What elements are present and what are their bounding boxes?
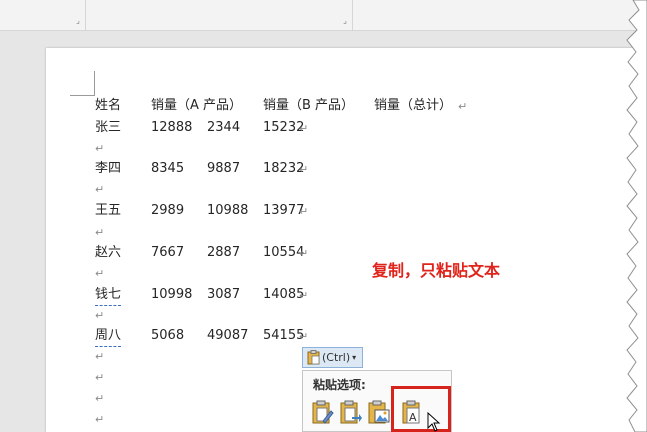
paragraph-mark: ↵ [458,100,468,113]
cell-sales-a: 8345 [151,161,185,176]
paragraph-mark: ↵ [95,350,105,363]
ribbon-separator [85,0,86,30]
table-row: 王五 2989 10988 13977 ↵ [0,201,600,221]
paragraph-mark: ↵ [95,142,105,155]
cell-name: 赵六 [95,245,122,260]
cell-sales-b: 49087 [207,328,249,343]
paste-menu-title: 粘贴选项: [313,378,366,392]
cell-sales-a: 10998 [151,287,193,302]
mouse-pointer-icon [427,412,441,432]
torn-edge [626,0,647,432]
paragraph-mark: ↵ [299,163,309,176]
cell-name: 李四 [95,161,122,176]
header-sales-b: 销量（B 产品） [263,98,355,113]
paste-button-label: (Ctrl) [322,351,351,364]
table-row: 周八 5068 49087 54155 ↵ [0,326,600,347]
cell-name: 钱七 [95,285,122,306]
paragraph-mark: ↵ [299,205,309,218]
cell-sales-a: 7667 [151,245,185,260]
paste-options-button[interactable]: (Ctrl) ▾ [302,347,363,368]
cell-sales-b: 2887 [207,245,241,260]
merge-formatting-icon[interactable] [337,399,363,425]
table-header-row: 姓名 销量（A 产品） 销量（B 产品） 销量（总计） ↵ [0,96,600,116]
paragraph-mark: ↵ [299,122,309,135]
paragraph-mark: ↵ [299,289,309,302]
cell-sales-b: 2344 [207,120,241,135]
paste-picture-icon[interactable] [365,399,391,425]
paragraph-mark: ↵ [95,183,105,196]
paragraph-mark: ↵ [95,226,105,239]
header-name: 姓名 [95,98,122,113]
cell-name: 张三 [95,120,122,135]
page-margin-corner-mark [70,71,95,96]
paragraph-mark: ↵ [299,330,309,343]
header-sales-total: 销量（总计） [374,98,453,113]
table-row: 钱七 10998 3087 14085 ↵ [0,285,600,306]
keep-source-formatting-icon[interactable] [309,399,335,425]
header-sales-a: 销量（A 产品） [151,98,243,113]
cell-sales-a: 2989 [151,203,185,218]
cell-sales-b: 3087 [207,287,241,302]
chevron-down-icon: ▾ [352,353,357,362]
annotation-text: 复制，只粘贴文本 [372,261,501,280]
cell-sales-b: 10988 [207,203,249,218]
dialog-launcher-icon[interactable]: ⌟ [341,17,349,25]
cell-name: 周八 [95,326,122,347]
ribbon-separator [352,0,353,30]
paragraph-mark: ↵ [95,267,105,280]
paragraph-mark: ↵ [95,309,105,322]
table-row: 李四 8345 9887 18232 ↵ [0,159,600,179]
paragraph-mark: ↵ [95,413,105,426]
table-row: 赵六 7667 2887 10554 ↵ [0,243,600,263]
cell-sales-a: 12888 [151,120,193,135]
cell-sales-a: 5068 [151,328,185,343]
paragraph-mark: ↵ [95,392,105,405]
cell-sales-b: 9887 [207,161,241,176]
clipboard-icon [307,350,320,365]
table-row: 张三 12888 2344 15232 ↵ [0,118,600,138]
ribbon-strip: ⌟ ⌟ [0,0,647,31]
paragraph-mark: ↵ [95,371,105,384]
paragraph-mark: ↵ [299,247,309,260]
cell-name: 王五 [95,203,122,218]
dialog-launcher-icon[interactable]: ⌟ [74,17,82,25]
